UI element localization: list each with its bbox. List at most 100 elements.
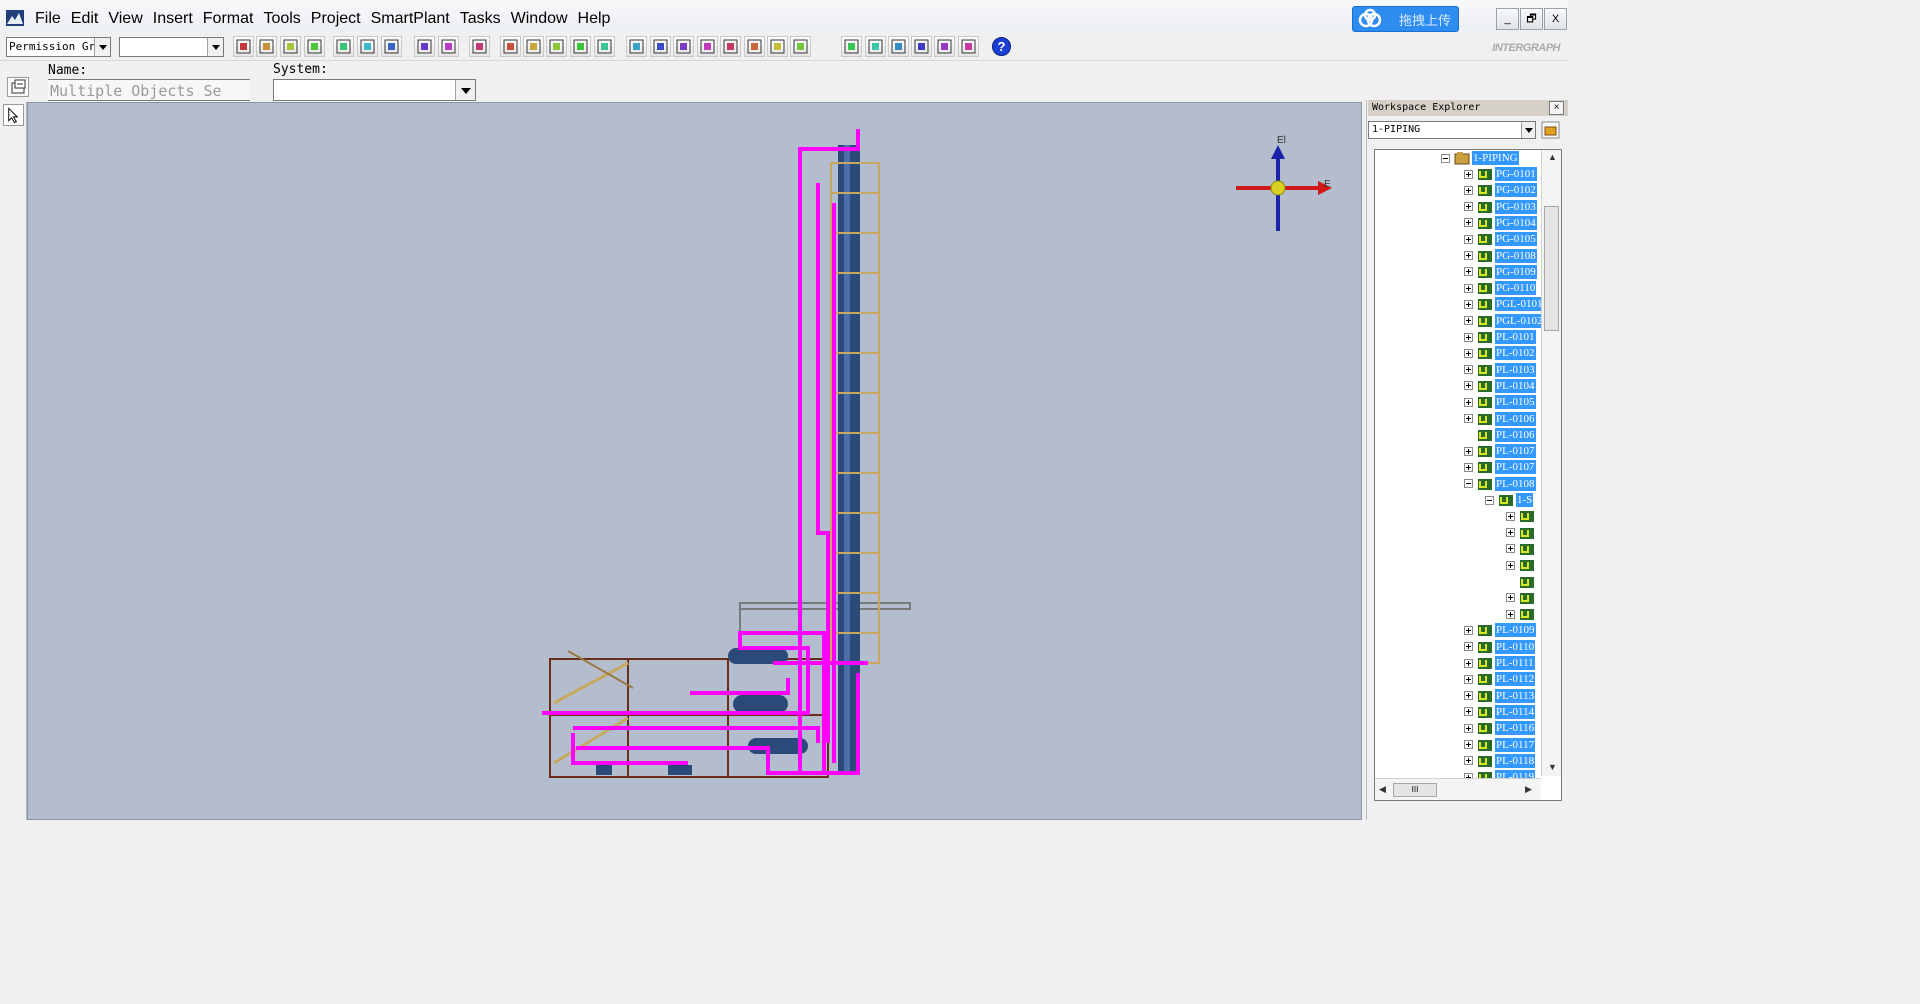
expand-icon[interactable] (1464, 299, 1473, 309)
expand-icon[interactable] (1464, 332, 1473, 342)
walk-icon[interactable] (934, 36, 955, 57)
permission-group-combo[interactable]: Permission Gro (6, 37, 111, 57)
expand-icon[interactable] (1506, 593, 1515, 603)
tree-item[interactable]: PG-0105 (1464, 231, 1537, 247)
collapse-icon[interactable] (1441, 153, 1450, 163)
tree-item[interactable]: PG-0101 (1464, 166, 1537, 182)
edit-icon[interactable] (546, 36, 567, 57)
zoom-icon[interactable] (841, 36, 862, 57)
tree-item[interactable]: PL-0109 (1464, 622, 1536, 638)
menu-view[interactable]: View (103, 9, 147, 29)
tree-item[interactable]: PG-0109 (1464, 264, 1537, 280)
view-8-icon[interactable] (790, 36, 811, 57)
expand-icon[interactable] (1464, 283, 1473, 293)
tree-item[interactable]: PL-0105 (1464, 394, 1536, 410)
tree-item[interactable]: PL-0106 (1464, 427, 1536, 443)
expand-icon[interactable] (1464, 740, 1473, 749)
menu-format[interactable]: Format (198, 9, 259, 29)
check-icon[interactable] (570, 36, 591, 57)
help-icon[interactable]: ? (991, 36, 1012, 57)
menu-tasks[interactable]: Tasks (455, 9, 506, 29)
move-icon[interactable] (414, 36, 435, 57)
expand-icon[interactable] (1464, 267, 1473, 277)
refresh-icon[interactable] (304, 36, 325, 57)
tree-item[interactable]: PL-0118 (1464, 753, 1536, 769)
tree-root[interactable]: 1-PIPING (1441, 150, 1519, 166)
copy-icon[interactable] (333, 36, 354, 57)
scroll-down-icon[interactable]: ▼ (1548, 762, 1557, 772)
menu-smartplant[interactable]: SmartPlant (366, 9, 455, 29)
view-2-icon[interactable] (650, 36, 671, 57)
upload-button[interactable]: 拖拽上传 (1352, 6, 1459, 32)
view-4-icon[interactable] (697, 36, 718, 57)
view-5-icon[interactable] (720, 36, 741, 57)
active-filter-combo[interactable] (119, 37, 224, 57)
expand-icon[interactable] (1464, 365, 1473, 375)
tree-item[interactable]: PGL-0101 (1464, 296, 1544, 312)
tree-item[interactable]: PG-0108 (1464, 248, 1537, 264)
expand-icon[interactable] (1464, 723, 1473, 733)
menu-help[interactable]: Help (573, 9, 616, 29)
open-icon[interactable] (256, 36, 277, 57)
tree-item[interactable]: PL-0116 (1464, 720, 1536, 736)
tree-item[interactable]: PL-0107 (1464, 459, 1536, 475)
fit-icon[interactable] (911, 36, 932, 57)
scroll-left-icon[interactable]: ◀ (1379, 784, 1386, 795)
chevron-down-icon[interactable] (1521, 122, 1535, 138)
tree-item[interactable]: PG-0102 (1464, 182, 1537, 198)
collapse-icon[interactable] (1485, 495, 1494, 505)
scroll-right-icon[interactable]: ▶ (1525, 784, 1532, 795)
pan-icon[interactable] (865, 36, 886, 57)
view-1-icon[interactable] (626, 36, 647, 57)
expand-icon[interactable] (1464, 234, 1473, 244)
chevron-down-icon[interactable] (455, 80, 475, 100)
tree-item[interactable]: PL-0117 (1464, 737, 1536, 753)
expand-icon[interactable] (1506, 511, 1515, 521)
zoom-area-icon[interactable] (888, 36, 909, 57)
system-dropdown[interactable] (273, 79, 476, 101)
tree-item[interactable] (1506, 541, 1537, 557)
expand-icon[interactable] (1464, 169, 1473, 179)
tree-item[interactable]: PL-0101 (1464, 329, 1536, 345)
rotate-icon[interactable] (438, 36, 459, 57)
delete-icon[interactable] (381, 36, 402, 57)
expand-icon[interactable] (1506, 528, 1515, 538)
tree-item[interactable]: PL-0108 (1464, 476, 1536, 492)
collapse-icon[interactable] (1506, 577, 1515, 586)
view-6-icon[interactable] (744, 36, 765, 57)
chevron-down-icon[interactable] (94, 38, 110, 56)
tree-item[interactable]: PL-0103 (1464, 362, 1536, 378)
tree-item[interactable] (1506, 606, 1537, 622)
menu-insert[interactable]: Insert (148, 9, 198, 29)
expand-icon[interactable] (1464, 674, 1473, 684)
tree-item[interactable]: PL-0111 (1464, 655, 1535, 671)
tree-item[interactable]: PL-0107 (1464, 443, 1536, 459)
expand-icon[interactable] (1506, 560, 1515, 570)
expand-icon[interactable] (1464, 658, 1473, 668)
tree-item[interactable] (1506, 508, 1537, 524)
tree-horizontal-scrollbar[interactable]: ◀ III ▶ (1375, 778, 1541, 800)
tree-item[interactable]: PL-0102 (1464, 345, 1536, 361)
tree-item[interactable]: PL-0104 (1464, 378, 1536, 394)
menu-window[interactable]: Window (506, 9, 573, 29)
ruler-icon[interactable] (594, 36, 615, 57)
tree-item[interactable]: 1-S (1485, 492, 1534, 508)
expand-icon[interactable] (1464, 707, 1473, 717)
tree-item[interactable] (1506, 525, 1537, 541)
chevron-down-icon[interactable] (207, 38, 223, 56)
expand-icon[interactable] (1464, 348, 1473, 358)
tree-item[interactable]: PG-0110 (1464, 280, 1537, 296)
explorer-filter-combo[interactable]: 1-PIPING (1368, 121, 1536, 139)
graphic-view[interactable]: El E (27, 102, 1362, 820)
expand-icon[interactable] (1464, 381, 1473, 391)
tree-item[interactable]: PL-0114 (1464, 704, 1536, 720)
name-field[interactable]: Multiple Objects Se (48, 79, 250, 101)
tree-item[interactable]: PGL-0102 (1464, 313, 1544, 329)
tree-item[interactable]: PL-0112 (1464, 671, 1536, 687)
select-tool-button[interactable] (3, 104, 24, 126)
undo-icon[interactable] (469, 36, 490, 57)
tree-item[interactable]: PL-0106 (1464, 411, 1536, 427)
expand-icon[interactable] (1464, 462, 1473, 472)
expand-icon[interactable] (1464, 642, 1473, 652)
expand-icon[interactable] (1464, 414, 1473, 423)
